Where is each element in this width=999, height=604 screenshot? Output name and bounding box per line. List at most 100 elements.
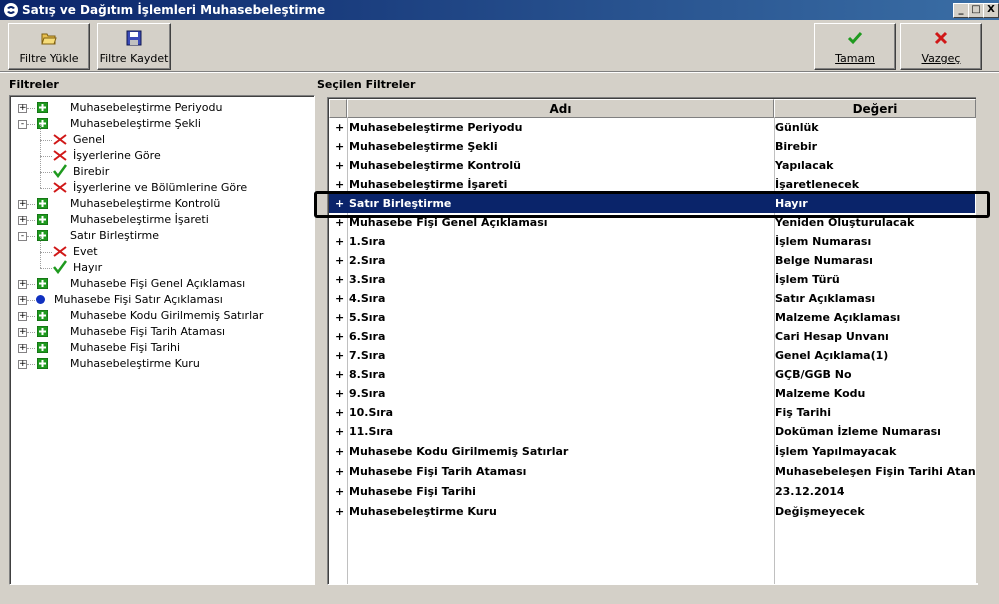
grid-row[interactable]: + Muhasebe Kodu Girilmemiş Satırlar İşlem … [329,442,975,462]
row-expand-icon[interactable]: + [335,349,344,362]
tree-item[interactable]: Evet [10,236,314,260]
grid-row-selected[interactable]: + Satır Birleştirme Hayır [329,194,975,213]
grid-row[interactable]: +1.Sıra İşlem Numarası [329,232,975,251]
grid-row[interactable]: + Muhasebeleştirme Periyodu Günlük [329,118,975,137]
grid-row[interactable]: + Muhasebeleştirme Kontrolü Yapılacak [329,156,975,175]
grid-row[interactable]: + Muhasebe Fişi Genel Açıklaması Yeniden O… [329,213,975,232]
column-header-name[interactable]: Adı [347,99,774,118]
row-expand-icon[interactable]: + [335,216,344,229]
row-expand-icon[interactable]: + [335,425,344,438]
row-expand-icon[interactable]: + [335,406,344,419]
row-expand-icon[interactable]: + [335,387,344,400]
expand-toggle-icon[interactable]: + [18,200,27,209]
tree-item[interactable]: + Muhasebeleştirme İşareti [10,212,314,228]
row-value-cell[interactable]: Günlük [775,121,975,134]
row-expand-icon[interactable]: + [335,273,344,286]
row-expand-icon[interactable]: + [335,121,344,134]
row-value-cell[interactable]: Belge Numarası [775,254,975,267]
row-value-cell[interactable]: Cari Hesap Unvanı [775,330,975,343]
maximize-button[interactable]: □ [968,3,984,18]
grid-row[interactable]: + Muhasebeleştirme Şekli Birebir [329,137,975,156]
grid-row[interactable]: +7.Sıra Genel Açıklama(1) [329,346,975,365]
row-value-cell[interactable]: Malzeme Açıklaması [775,311,975,324]
grid-row[interactable]: + Muhasebeleştirme Kuru Değişmeyecek [329,502,975,522]
row-expand-icon[interactable]: + [335,311,344,324]
row-value-cell[interactable]: İşlem Türü [775,273,975,286]
minimize-button[interactable]: _ [953,3,969,18]
row-expand-icon[interactable]: + [335,140,344,153]
row-expand-icon[interactable]: + [335,292,344,305]
grid-row[interactable]: +11.Sıra Doküman İzleme Numarası [329,422,975,442]
row-value-cell[interactable]: Hayır [775,197,975,210]
collapse-toggle-icon[interactable]: - [18,232,27,241]
grid-row[interactable]: +3.Sıra İşlem Türü [329,270,975,289]
column-header-value[interactable]: Değeri [774,99,976,118]
tree-item[interactable]: + Muhasebeleştirme Periyodu [10,100,314,116]
tree-item[interactable]: - Muhasebeleştirme Şekli [10,116,314,132]
tree-item[interactable]: + Muhasebe Fişi Tarihi [10,340,314,356]
tree-item[interactable]: + Muhasebeleştirme Kontrolü [10,196,314,212]
row-expand-icon[interactable]: + [335,254,344,267]
tree-item[interactable]: Hayır [10,252,314,276]
grid-row[interactable]: +6.Sıra Cari Hesap Unvanı [329,327,975,346]
expand-toggle-icon[interactable]: + [18,280,27,289]
cancel-button[interactable]: Vazgeç [900,23,982,70]
row-expand-icon[interactable]: + [335,368,344,381]
grid-row[interactable]: +8.Sıra GÇB/GGB No [329,365,975,384]
tree-item[interactable]: + Muhasebeleştirme Kuru [10,356,314,372]
tree-item[interactable]: + Muhasebe Fişi Tarih Ataması [10,324,314,340]
tree-item[interactable]: - Satır Birleştirme [10,228,314,244]
save-filter-button[interactable]: Filtre Kaydet [97,23,171,70]
grid-row[interactable]: +10.Sıra Fiş Tarihi [329,403,975,422]
row-expand-icon[interactable]: + [335,159,344,172]
tree-item[interactable]: + Muhasebe Fişi Satır Açıklaması [10,292,314,308]
row-value-cell[interactable]: Satır Açıklaması [775,292,975,305]
expand-toggle-icon[interactable]: + [18,296,27,305]
grid-row[interactable]: +9.Sıra Malzeme Kodu [329,384,975,403]
row-value-cell[interactable]: 23.12.2014 [775,485,975,498]
expand-toggle-icon[interactable]: + [18,360,27,369]
row-value-cell[interactable]: Birebir [775,140,975,153]
grid-row[interactable]: +4.Sıra Satır Açıklaması [329,289,975,308]
grid-row[interactable]: +5.Sıra Malzeme Açıklaması [329,308,975,327]
grid-row[interactable]: +2.Sıra Belge Numarası [329,251,975,270]
selected-filters-grid[interactable]: Adı Değeri + Muhasebeleştirme Periyodu Gün… [327,97,978,585]
tree-item[interactable]: + Muhasebe Fişi Genel Açıklaması [10,276,314,292]
row-expand-icon[interactable]: + [335,197,344,210]
row-expand-icon[interactable]: + [335,445,344,458]
close-button[interactable]: X [983,3,999,18]
collapse-toggle-icon[interactable]: - [18,120,27,129]
row-value-cell[interactable]: Fiş Tarihi [775,406,975,419]
row-value-cell[interactable]: Yeniden Oluşturulacak [775,216,975,229]
grid-row[interactable]: + Muhasebeleştirme İşareti İşaretlenecek [329,175,975,194]
row-expand-icon[interactable]: + [335,505,344,518]
row-value-cell[interactable]: Değişmeyecek [775,505,975,518]
expand-toggle-icon[interactable]: + [18,328,27,337]
row-value-cell[interactable]: İşlem Yapılmayacak [775,445,975,458]
row-expand-icon[interactable]: + [335,235,344,248]
row-expand-icon[interactable]: + [335,465,344,478]
tree-item[interactable]: İşyerlerine Göre [10,140,314,164]
grid-row[interactable]: + Muhasebe Fişi Tarih Ataması Muhasebeleşe… [329,462,975,482]
tree-item[interactable]: Birebir [10,156,314,180]
tree-item[interactable]: + Muhasebe Kodu Girilmemiş Satırlar [10,308,314,324]
row-value-cell[interactable]: Muhasebeleşen Fişin Tarihi Atanacak [775,465,975,478]
row-value-cell[interactable]: İşaretlenecek [775,178,975,191]
row-expand-icon[interactable]: + [335,330,344,343]
row-value-cell[interactable]: GÇB/GGB No [775,368,975,381]
row-value-cell[interactable]: İşlem Numarası [775,235,975,248]
row-expand-icon[interactable]: + [335,178,344,191]
expand-toggle-icon[interactable]: + [18,104,27,113]
row-value-cell[interactable]: Genel Açıklama(1) [775,349,975,362]
row-value-cell[interactable]: Malzeme Kodu [775,387,975,400]
tree-item[interactable]: İşyerlerine ve Bölümlerine Göre [10,172,314,196]
expand-toggle-icon[interactable]: + [18,312,27,321]
row-value-cell[interactable]: Doküman İzleme Numarası [775,425,975,438]
tree-item[interactable]: Genel [10,124,314,148]
row-value-cell[interactable]: Yapılacak [775,159,975,172]
filter-tree[interactable]: + Muhasebeleştirme Periyodu - Muhasebeleşti… [9,95,315,585]
row-expand-icon[interactable]: + [335,485,344,498]
ok-button[interactable]: Tamam [814,23,896,70]
expand-toggle-icon[interactable]: + [18,344,27,353]
grid-row[interactable]: + Muhasebe Fişi Tarihi 23.12.2014 [329,482,975,502]
